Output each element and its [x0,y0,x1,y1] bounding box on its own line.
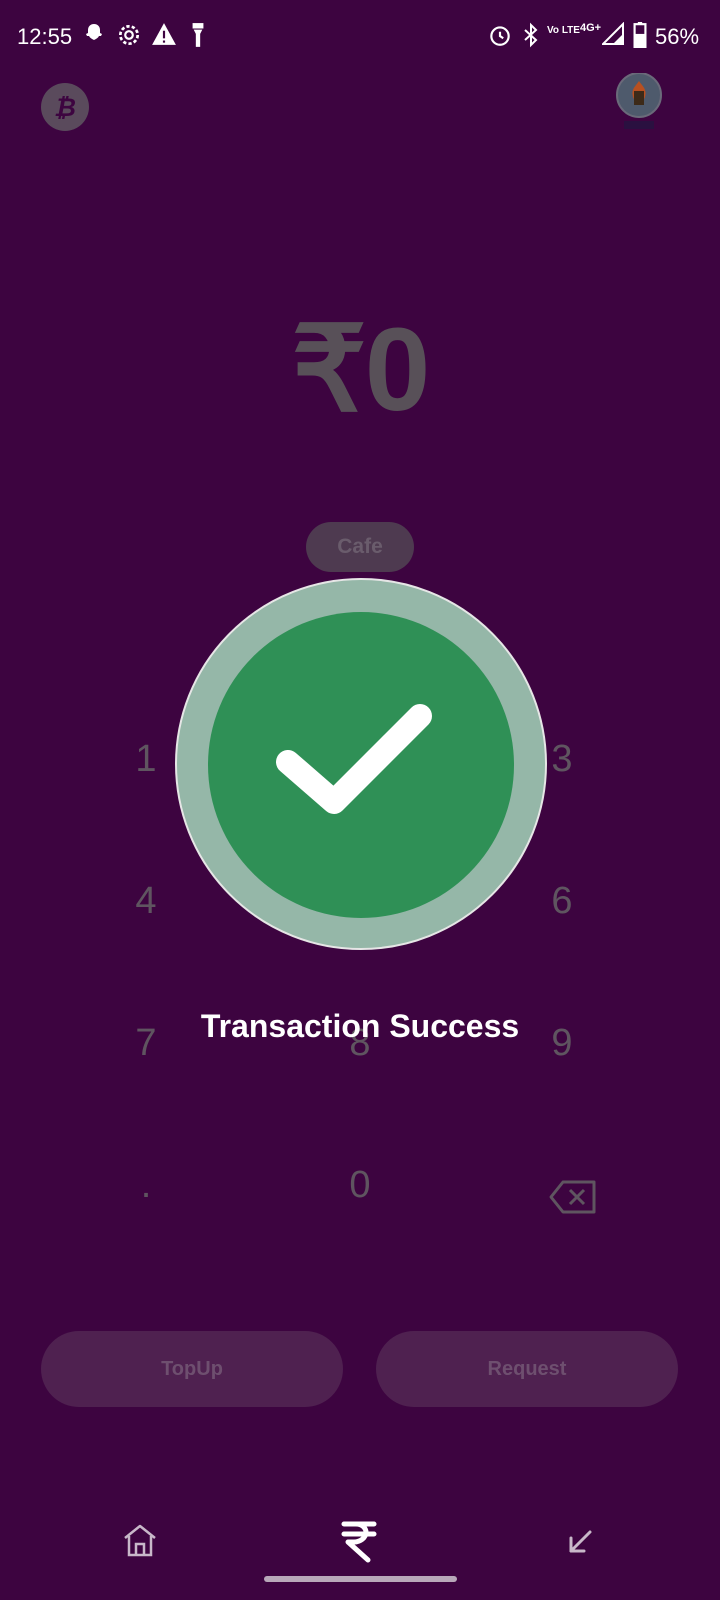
transaction-success-message: Transaction Success [200,1008,520,1044]
svg-text:₿: ₿ [54,94,76,122]
signal-icon [600,21,624,51]
key-6[interactable]: 6 [517,880,607,923]
nav-home[interactable] [122,1522,158,1563]
nav-receive[interactable] [566,1528,594,1561]
network-type: 4G+ [580,22,602,34]
arrow-down-left-icon [569,1530,592,1553]
check-icon [276,704,432,814]
nav-rupee[interactable] [340,1518,378,1569]
currency-symbol: ₹ [291,304,367,436]
bitcoin-icon: ₿ [54,94,76,122]
category-chip[interactable]: Cafe [306,522,414,572]
status-time: 12:55 [17,24,73,49]
home-icon [124,1524,156,1557]
request-button[interactable]: Request [376,1331,678,1407]
volte-label: Vo LTE [547,25,580,36]
bitcoin-button[interactable]: ₿ [41,83,89,131]
flashlight-icon [191,22,205,53]
settings-icon [116,22,142,53]
backspace-icon [549,1180,596,1214]
snapchat-icon [82,22,106,51]
warning-icon [151,22,177,51]
topup-button[interactable]: TopUp [41,1331,343,1407]
backspace-button[interactable] [549,1180,597,1214]
battery-icon [633,22,647,53]
home-indicator[interactable] [264,1576,457,1582]
key-decimal[interactable]: . [101,1164,191,1207]
profile-avatar[interactable] [612,72,666,133]
status-bar: 12:55 Vo LTE 4G+ 56% [0,0,720,78]
key-4[interactable]: 4 [101,880,191,923]
amount-display: ₹0 [0,300,720,438]
key-0[interactable]: 0 [315,1164,405,1207]
alarm-icon [487,22,513,53]
battery-percent: 56% [655,24,700,49]
bluetooth-icon [521,22,541,53]
amount-value: 0 [364,304,431,436]
rupee-icon [341,1521,377,1563]
